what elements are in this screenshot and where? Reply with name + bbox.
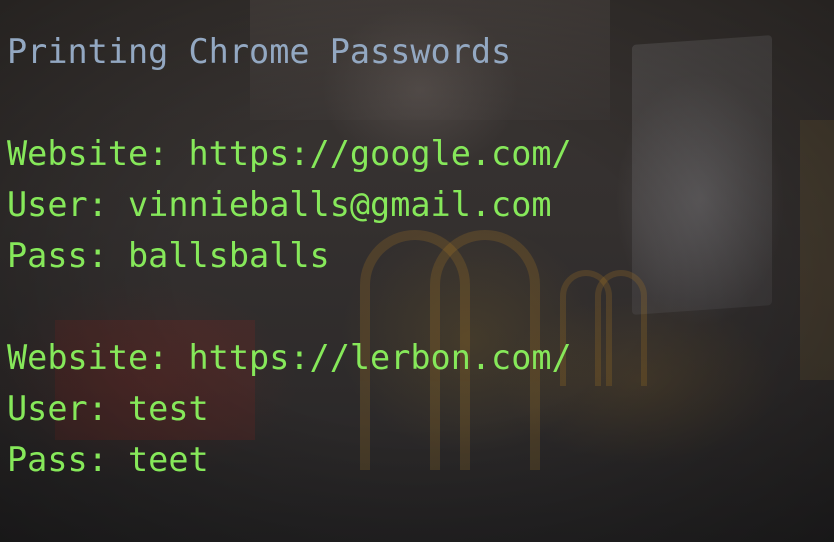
- entry-pass: Pass: teet: [7, 440, 209, 479]
- terminal-output[interactable]: Printing Chrome Passwords Website: https…: [7, 26, 834, 542]
- entry-website: Website: https://google.com/: [7, 134, 572, 173]
- entry-pass: Pass: ballsballs: [7, 236, 330, 275]
- entry-user: User: vinnieballs@gmail.com: [7, 185, 552, 224]
- entry-user: User: test: [7, 389, 209, 428]
- entry-website: Website: https://lerbon.com/: [7, 338, 572, 377]
- output-heading: Printing Chrome Passwords: [7, 32, 512, 71]
- terminal-window[interactable]: Printing Chrome Passwords Website: https…: [0, 0, 834, 542]
